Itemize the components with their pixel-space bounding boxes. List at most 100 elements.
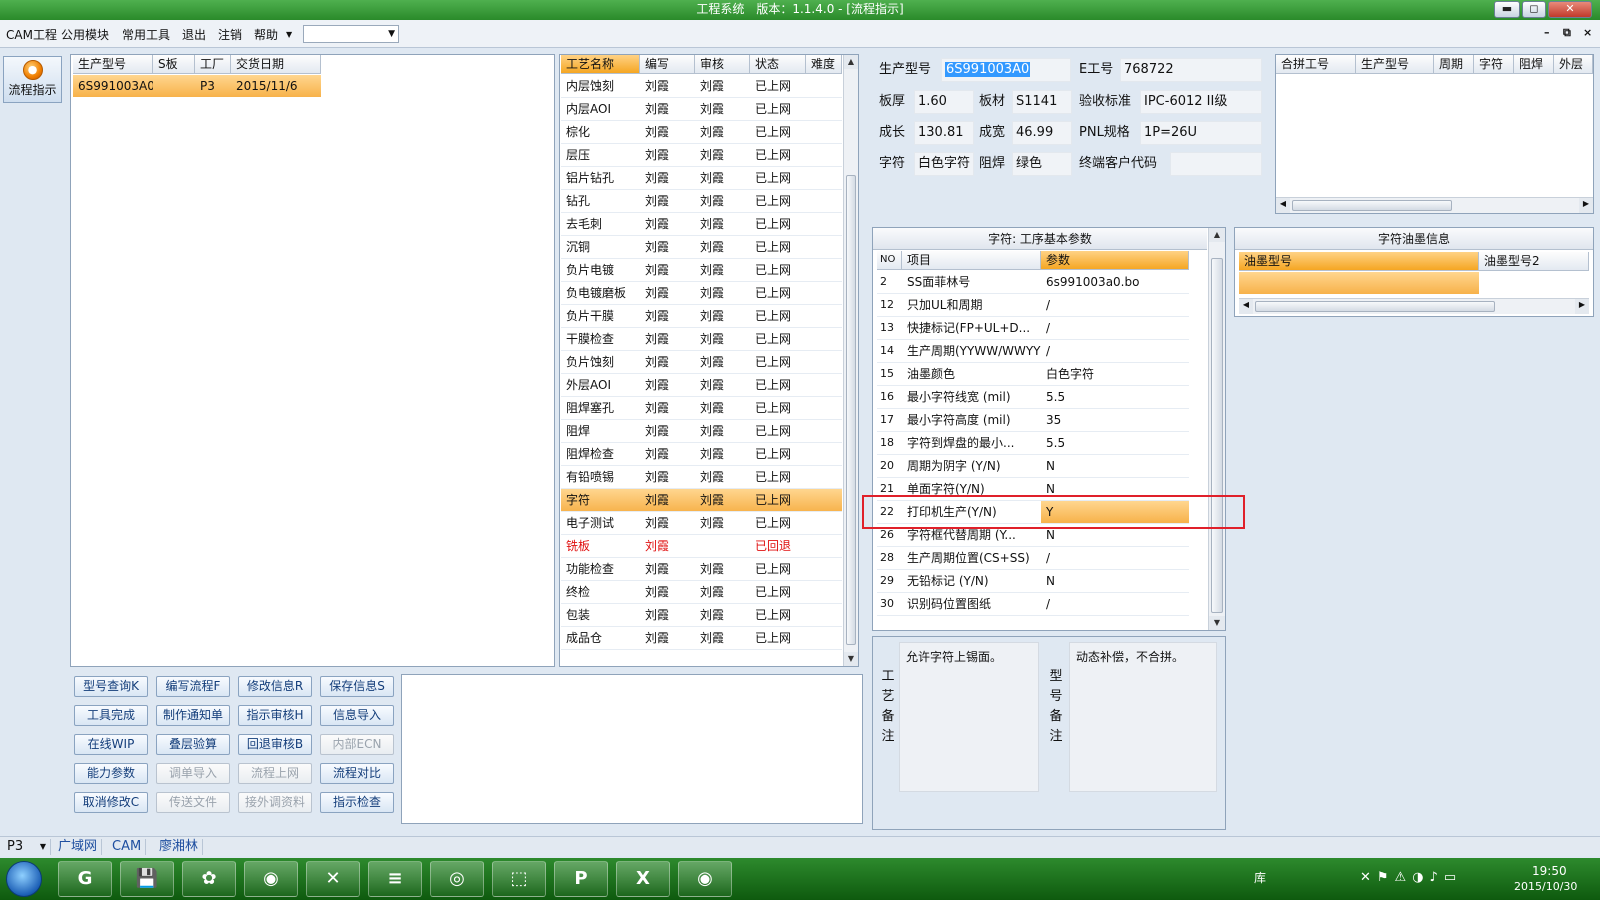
- minimize-button[interactable]: ▬: [1494, 1, 1520, 18]
- param-row[interactable]: 17 最小字符高度 (mil) 35: [877, 409, 1189, 432]
- clock-time[interactable]: 19:50: [1532, 864, 1567, 878]
- col-reviewer[interactable]: 审核: [695, 55, 750, 74]
- tray-icons[interactable]: ✕⚑⚠◑♪▭: [1360, 870, 1462, 885]
- scroll-right-icon[interactable]: ▶: [1575, 299, 1589, 314]
- hscroll-thumb[interactable]: [1292, 200, 1452, 211]
- help-dropdown-icon[interactable]: ▼: [286, 30, 292, 39]
- menu-logout[interactable]: 注销: [218, 26, 242, 43]
- param-row[interactable]: 29 无铅标记 (Y/N) N: [877, 570, 1189, 593]
- table-row[interactable]: 沉铜 刘霞 刘霞 已上网: [561, 236, 842, 259]
- col-merge-mask[interactable]: 阻焊: [1514, 55, 1554, 74]
- col-ink-model[interactable]: 油墨型号: [1239, 252, 1479, 271]
- taskbar-app-icon[interactable]: G: [58, 861, 112, 897]
- close-button[interactable]: ✕: [1548, 1, 1592, 18]
- action-button[interactable]: 信息导入: [320, 705, 394, 726]
- menu-common-tools[interactable]: 常用工具: [122, 26, 170, 43]
- action-button[interactable]: 型号查询K: [74, 676, 148, 697]
- customer-field[interactable]: [1170, 152, 1262, 176]
- table-row[interactable]: 内层AOI 刘霞 刘霞 已上网: [561, 98, 842, 121]
- taskbar-app-icon[interactable]: 💾: [120, 861, 174, 897]
- col-merge-char[interactable]: 字符: [1474, 55, 1514, 74]
- taskbar-app-icon[interactable]: X: [616, 861, 670, 897]
- col-param[interactable]: 参数: [1041, 251, 1189, 270]
- action-button[interactable]: 流程上网: [238, 763, 312, 784]
- scroll-thumb[interactable]: [1211, 258, 1223, 613]
- table-row[interactable]: 棕化 刘霞 刘霞 已上网: [561, 121, 842, 144]
- length-field[interactable]: 130.81: [914, 121, 974, 145]
- param-row[interactable]: 18 字符到焊盘的最小... 5.5: [877, 432, 1189, 455]
- char-field[interactable]: 白色字符: [914, 152, 974, 176]
- table-row[interactable]: 层压 刘霞 刘霞 已上网: [561, 144, 842, 167]
- col-s[interactable]: S板: [153, 55, 195, 74]
- menu-exit[interactable]: 退出: [182, 26, 206, 43]
- table-row[interactable]: 阻焊 刘霞 刘霞 已上网: [561, 420, 842, 443]
- action-button[interactable]: 调单导入: [156, 763, 230, 784]
- table-row[interactable]: 干膜检查 刘霞 刘霞 已上网: [561, 328, 842, 351]
- table-row[interactable]: 铣板 刘霞 已回退: [561, 535, 842, 558]
- table-row[interactable]: 负片干膜 刘霞 刘霞 已上网: [561, 305, 842, 328]
- action-button[interactable]: 接外调资料: [238, 792, 312, 813]
- table-row[interactable]: 外层AOI 刘霞 刘霞 已上网: [561, 374, 842, 397]
- action-button[interactable]: 叠层验算: [156, 734, 230, 755]
- col-status[interactable]: 状态: [750, 55, 806, 74]
- scroll-left-icon[interactable]: ◀: [1276, 198, 1290, 213]
- menu-cam[interactable]: CAM工程: [6, 26, 57, 43]
- params-scrollbar[interactable]: ▲ ▼: [1208, 228, 1225, 630]
- table-row[interactable]: 负片电镀 刘霞 刘霞 已上网: [561, 259, 842, 282]
- param-row[interactable]: 16 最小字符线宽 (mil) 5.5: [877, 386, 1189, 409]
- param-row[interactable]: 28 生产周期位置(CS+SS) /: [877, 547, 1189, 570]
- table-row[interactable]: 有铅喷锡 刘霞 刘霞 已上网: [561, 466, 842, 489]
- clock-date[interactable]: 2015/10/30: [1514, 880, 1577, 893]
- action-button[interactable]: 在线WIP: [74, 734, 148, 755]
- taskbar-app-icon[interactable]: ◉: [244, 861, 298, 897]
- scroll-down-icon[interactable]: ▼: [844, 652, 858, 666]
- col-merge-model[interactable]: 生产型号: [1356, 55, 1434, 74]
- model-note-text[interactable]: 动态补偿，不合拼。: [1069, 642, 1217, 792]
- taskbar-app-icon[interactable]: ◉: [678, 861, 732, 897]
- action-button[interactable]: 回退审核B: [238, 734, 312, 755]
- scroll-up-icon[interactable]: ▲: [844, 55, 858, 69]
- scroll-down-icon[interactable]: ▼: [1209, 616, 1225, 630]
- col-ink-model-2[interactable]: 油墨型号2: [1479, 252, 1589, 271]
- mdi-minimize-button[interactable]: –: [1544, 26, 1550, 39]
- param-row[interactable]: 13 快捷标记(FP+UL+D... /: [877, 317, 1189, 340]
- menu-combo[interactable]: ▼: [303, 25, 399, 43]
- process-note-text[interactable]: 允许字符上锡面。: [899, 642, 1039, 792]
- col-item[interactable]: 项目: [902, 251, 1041, 270]
- scroll-left-icon[interactable]: ◀: [1239, 299, 1253, 314]
- merge-hscroll[interactable]: ◀ ▶: [1276, 197, 1593, 213]
- table-row[interactable]: 阻焊塞孔 刘霞 刘霞 已上网: [561, 397, 842, 420]
- mask-field[interactable]: 绿色: [1012, 152, 1072, 176]
- table-row[interactable]: 去毛刺 刘霞 刘霞 已上网: [561, 213, 842, 236]
- action-button[interactable]: 内部ECN: [320, 734, 394, 755]
- col-model[interactable]: 生产型号: [73, 55, 153, 74]
- col-merge-no[interactable]: 合拼工号: [1276, 55, 1356, 74]
- taskbar-app-icon[interactable]: P: [554, 861, 608, 897]
- table-row[interactable]: 成品仓 刘霞 刘霞 已上网: [561, 627, 842, 650]
- taskbar-app-icon[interactable]: ⬚: [492, 861, 546, 897]
- process-scrollbar[interactable]: ▲ ▼: [843, 55, 858, 666]
- mdi-restore-button[interactable]: ⧉: [1563, 26, 1571, 40]
- taskbar-app-icon[interactable]: ✕: [306, 861, 360, 897]
- scroll-right-icon[interactable]: ▶: [1579, 198, 1593, 213]
- action-button[interactable]: 指示检查: [320, 792, 394, 813]
- width-field[interactable]: 46.99: [1012, 121, 1072, 145]
- table-row[interactable]: 钻孔 刘霞 刘霞 已上网: [561, 190, 842, 213]
- col-date[interactable]: 交货日期: [231, 55, 321, 74]
- table-row[interactable]: 终检 刘霞 刘霞 已上网: [561, 581, 842, 604]
- action-button[interactable]: 修改信息R: [238, 676, 312, 697]
- table-row[interactable]: 字符 刘霞 刘霞 已上网: [561, 489, 842, 512]
- table-row[interactable]: 内层蚀刻 刘霞 刘霞 已上网: [561, 75, 842, 98]
- table-row[interactable]: 6S991003A0 P3 2015/11/6: [73, 75, 321, 97]
- table-row[interactable]: 电子测试 刘霞 刘霞 已上网: [561, 512, 842, 535]
- menu-common-modules[interactable]: 公用模块: [61, 26, 109, 43]
- scroll-thumb[interactable]: [846, 175, 856, 645]
- col-process-name[interactable]: 工艺名称: [561, 55, 640, 74]
- table-row[interactable]: [1239, 272, 1479, 294]
- table-row[interactable]: 负片蚀刻 刘霞 刘霞 已上网: [561, 351, 842, 374]
- action-button[interactable]: 取消修改C: [74, 792, 148, 813]
- action-button[interactable]: 传送文件: [156, 792, 230, 813]
- scroll-up-icon[interactable]: ▲: [1209, 228, 1225, 242]
- mdi-close-button[interactable]: ×: [1583, 26, 1592, 39]
- param-row[interactable]: 20 周期为阴字 (Y/N) N: [877, 455, 1189, 478]
